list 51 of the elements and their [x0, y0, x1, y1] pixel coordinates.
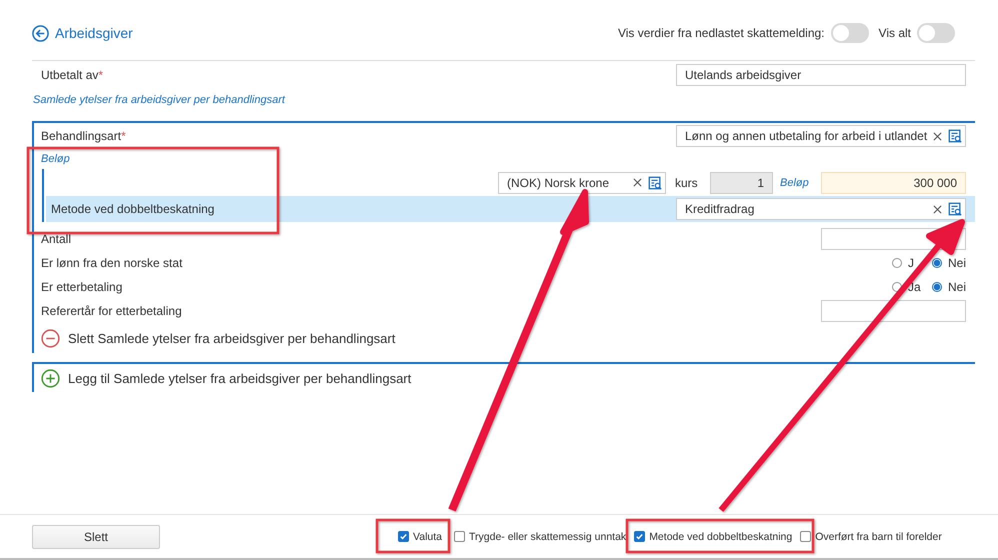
text-field[interactable] [821, 300, 966, 322]
page-title: Arbeidsgiver [55, 25, 133, 41]
highlighted-row[interactable]: Metode ved dobbeltbeskatning Kreditfradrag [46, 196, 975, 222]
lookup-field[interactable]: Lønn og annen utbetaling for arbeid i utlandet [676, 125, 966, 147]
add-icon[interactable] [41, 368, 60, 388]
checkbox-label: Overført fra barn til forelder [815, 530, 942, 542]
toggle-switch[interactable] [830, 23, 869, 43]
amount-label: Beløp [780, 176, 810, 188]
field-label: Referertår for etterbetaling [41, 304, 182, 318]
remove-icon[interactable] [41, 328, 60, 348]
text-field[interactable]: Utelands arbeidsgiver [676, 64, 966, 86]
subsection-heading: Beløp [41, 153, 70, 165]
back-icon[interactable] [32, 24, 49, 42]
add-link[interactable]: Legg til Samlede ytelser fra arbeidsgiver per behandlingsart [68, 370, 412, 386]
checkbox-label: Trygde- eller skattemessig unntak [469, 530, 626, 542]
section-link[interactable]: Samlede ytelser fra arbeidsgiver per behandlingsart [33, 94, 285, 106]
lookup-icon[interactable] [948, 202, 962, 216]
checkbox[interactable] [454, 531, 465, 542]
checkbox-label: Metode ved dobbeltbeskatning [649, 530, 792, 542]
radio-button[interactable] [932, 282, 942, 292]
field-label: Metode ved dobbeltbeskatning [51, 202, 214, 216]
lookup-icon[interactable] [648, 176, 662, 190]
checkbox[interactable] [800, 531, 812, 542]
radio-button[interactable] [932, 258, 942, 268]
field-label: Er etterbetaling [41, 280, 122, 294]
field-label: Utbetalt av* [41, 68, 104, 82]
lookup-field[interactable]: (NOK) Norsk krone [498, 172, 666, 194]
toggle-label: Vis verdier fra nedlastet skattemelding: [618, 26, 825, 40]
delete-link[interactable]: Slett Samlede ytelser fra arbeidsgiver per behandlingsart [68, 330, 396, 346]
lookup-icon[interactable] [948, 129, 962, 143]
radio-label: Nei [948, 280, 966, 294]
field-label: Antall [41, 232, 72, 246]
field-label: Behandlingsart* [41, 129, 126, 143]
radio-label: Nei [948, 256, 966, 270]
clear-icon[interactable] [933, 132, 942, 140]
rate-field: 1 [710, 172, 773, 194]
rate-label: kurs [675, 176, 699, 190]
delete-button[interactable]: Slett [32, 524, 160, 548]
field-label: Er lønn fra den norske stat [41, 256, 182, 270]
checkbox-label: Valuta [413, 530, 442, 542]
radio-label: J [908, 256, 915, 270]
radio-label: Ja [908, 280, 922, 294]
lookup-field[interactable]: Kreditfradrag [676, 198, 966, 220]
clear-icon[interactable] [933, 204, 942, 214]
clear-icon[interactable] [633, 178, 642, 187]
checkbox[interactable] [634, 531, 646, 542]
radio-button[interactable] [892, 258, 902, 268]
checkbox[interactable] [398, 531, 409, 542]
amount-field[interactable]: 300 000 [821, 172, 966, 194]
toggle-label: Vis alt [878, 26, 911, 40]
toggle-switch[interactable] [917, 23, 955, 43]
